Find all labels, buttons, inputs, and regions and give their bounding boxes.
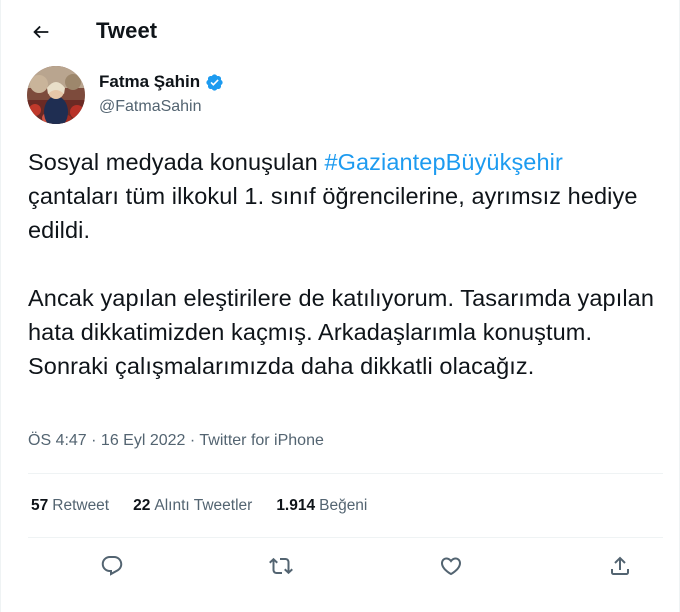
likes-stat[interactable]: 1.914 Beğeni [276,497,367,515]
likes-label: Beğeni [319,497,368,514]
back-button[interactable] [23,14,59,50]
share-button[interactable] [602,548,638,584]
likes-count: 1.914 [276,497,316,514]
page-title: Tweet [96,18,158,43]
author-handle[interactable]: @FatmaSahin [99,98,202,116]
author-name[interactable]: Fatma Şahin [99,72,200,92]
avatar[interactable] [27,66,85,124]
quotes-label: Alıntı Tweetler [154,497,253,514]
avatar-image [27,66,85,124]
tweet-text: Sosyal medyada konuşulan #GaziantepBüyük… [28,145,668,383]
quotes-count: 22 [133,497,151,514]
tweet-paragraph-2: Ancak yapılan eleştirilere de katılıyoru… [28,285,655,379]
retweet-icon [269,557,293,575]
retweets-label: Retweet [52,497,110,514]
tweet-date[interactable]: 16 Eyl 2022 [101,432,186,449]
tweet-meta: ÖS 4:47 · 16 Eyl 2022 · Twitter for iPho… [28,432,324,450]
tweet-text-prefix: Sosyal medyada konuşulan [28,149,325,175]
divider [28,537,663,538]
tweet-page: Tweet Fatma Şahin @FatmaSahin Sosyal med… [0,0,680,612]
tweet-source[interactable]: Twitter for iPhone [199,432,324,449]
tweet-paragraph-1: Sosyal medyada konuşulan #GaziantepBüyük… [28,145,668,247]
tweet-actions [1,548,679,584]
retweets-stat[interactable]: 57 Retweet [31,497,109,515]
heart-icon [440,557,462,576]
tweet-stats: 57 Retweet 22 Alıntı Tweetler 1.914 Beğeni [31,497,367,515]
share-icon [611,556,629,575]
tweet-text-rest: çantaları tüm ilkokul 1. sınıf öğrencile… [28,183,638,243]
like-button[interactable] [433,548,469,584]
hashtag-link[interactable]: #GaziantepBüyükşehir [324,149,562,175]
retweet-button[interactable] [263,548,299,584]
verified-badge-icon [205,73,224,92]
header: Tweet [1,0,679,64]
reply-icon [101,556,123,576]
quotes-stat[interactable]: 22 Alıntı Tweetler [133,497,252,515]
retweets-count: 57 [31,497,49,514]
divider [28,473,663,474]
meta-separator: · [185,432,200,449]
meta-separator: · [86,432,101,449]
reply-button[interactable] [94,548,130,584]
arrow-left-icon [33,25,49,39]
author-name-row: Fatma Şahin [99,72,224,92]
tweet-time[interactable]: ÖS 4:47 [28,432,87,449]
